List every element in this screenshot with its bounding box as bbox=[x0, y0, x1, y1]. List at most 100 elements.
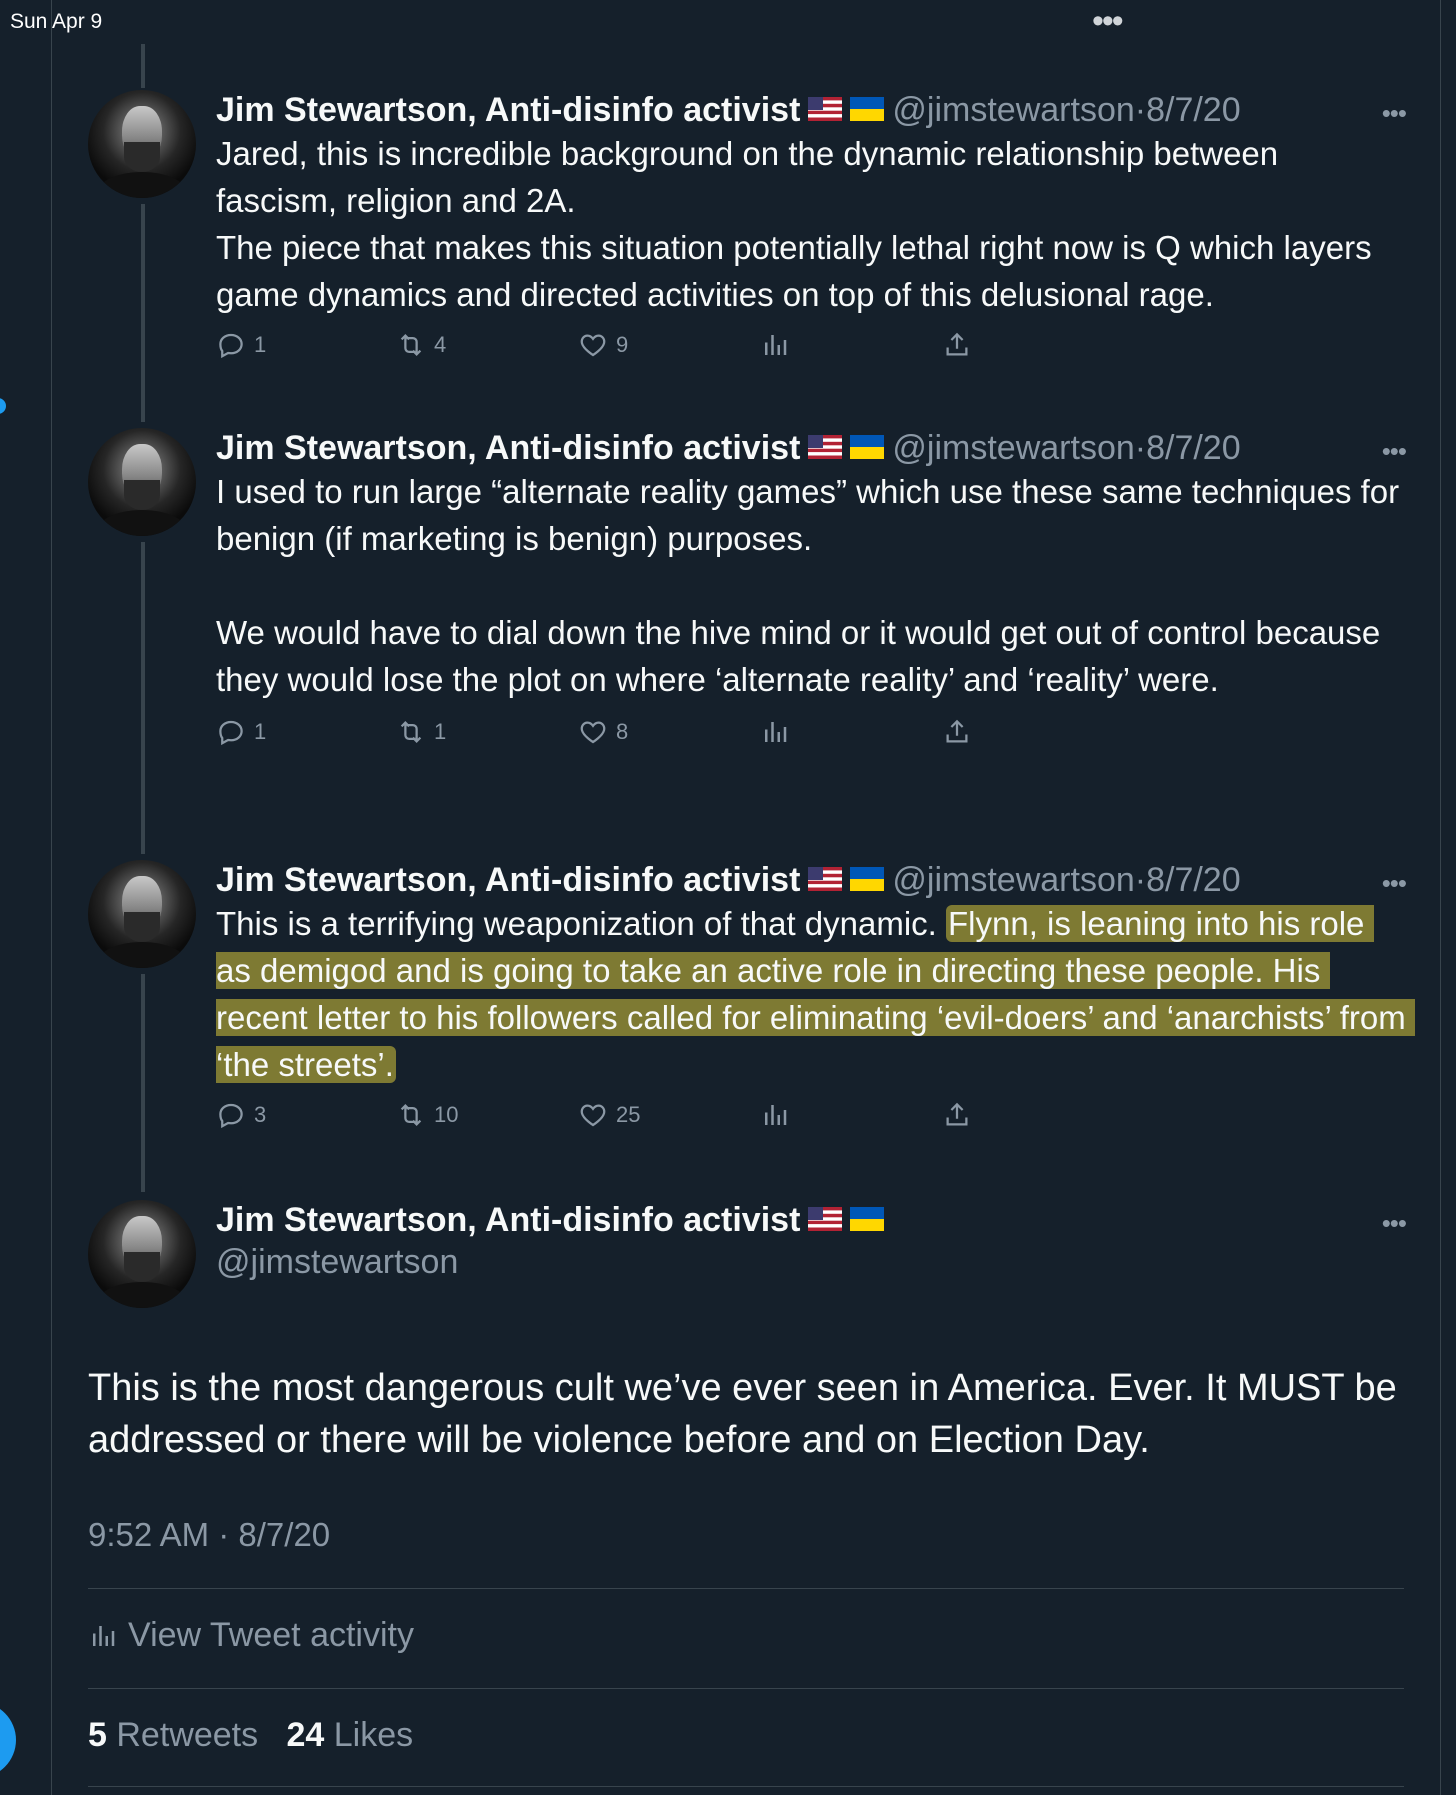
retweet-button[interactable]: 1 bbox=[396, 717, 446, 747]
divider bbox=[88, 1786, 1404, 1787]
share-icon bbox=[946, 332, 968, 356]
multitasking-dots-icon[interactable]: ••• bbox=[1092, 2, 1124, 41]
main-tweet-text: This is the most dangerous cult we’ve ev… bbox=[88, 1367, 1397, 1461]
like-count: 24 bbox=[286, 1716, 325, 1754]
more-icon[interactable]: ••• bbox=[1382, 868, 1407, 899]
separator: · bbox=[1134, 861, 1147, 899]
like-button[interactable]: 8 bbox=[578, 717, 628, 747]
retweet-count: 10 bbox=[434, 1102, 459, 1127]
separator: · bbox=[1134, 429, 1147, 467]
author-handle[interactable]: @jimstewartson bbox=[216, 1242, 1406, 1282]
tweet-header: Jim Stewartson, Anti-disinfo activist @ji… bbox=[216, 860, 1406, 900]
like-count: 25 bbox=[616, 1102, 641, 1127]
share-button[interactable] bbox=[942, 1100, 980, 1130]
reply-icon bbox=[219, 1103, 243, 1129]
analytics-icon bbox=[93, 1625, 115, 1646]
analytics-icon bbox=[765, 1105, 787, 1125]
retweet-icon bbox=[400, 721, 422, 743]
tweet-text: This is a terrifying weaponization of th… bbox=[216, 900, 1415, 1088]
avatar[interactable] bbox=[88, 90, 196, 198]
us-flag-icon bbox=[808, 435, 843, 460]
analytics-icon bbox=[765, 335, 787, 355]
retweet-button[interactable]: 10 bbox=[396, 1100, 458, 1130]
tweet-actions: 3 10 25 bbox=[216, 1100, 1406, 1140]
tweet-header: Jim Stewartson, Anti-disinfo activist @ji… bbox=[216, 90, 1406, 130]
ukraine-flag-icon bbox=[850, 435, 885, 460]
thread-connector bbox=[141, 542, 145, 854]
reply-count: 3 bbox=[254, 1102, 267, 1127]
share-button[interactable] bbox=[942, 717, 980, 747]
thread-connector bbox=[141, 974, 145, 1192]
share-button[interactable] bbox=[942, 330, 980, 360]
main-author-line: Jim Stewartson, Anti-disinfo activist bbox=[216, 1200, 1406, 1240]
author-name[interactable]: Jim Stewartson, Anti-disinfo activist bbox=[216, 91, 800, 129]
views-button[interactable] bbox=[760, 330, 798, 360]
like-button[interactable]: 25 bbox=[578, 1100, 640, 1130]
notification-dot bbox=[0, 398, 6, 414]
left-column-border bbox=[51, 0, 52, 1795]
author-handle[interactable]: @jimstewartson bbox=[892, 91, 1134, 129]
more-icon[interactable]: ••• bbox=[1382, 98, 1407, 129]
tweet-timestamp[interactable]: 9:52 AM · 8/7/20 bbox=[88, 1516, 330, 1554]
reply-count: 1 bbox=[254, 719, 267, 744]
heart-icon bbox=[580, 721, 606, 744]
ukraine-flag-icon bbox=[850, 97, 885, 122]
view-tweet-activity-link[interactable]: View Tweet activity bbox=[88, 1616, 414, 1655]
likes-stat[interactable]: 24 Likes bbox=[286, 1716, 413, 1754]
analytics-icon bbox=[765, 722, 787, 742]
thread-connector bbox=[141, 204, 145, 422]
avatar[interactable] bbox=[88, 428, 196, 536]
ukraine-flag-icon bbox=[850, 1207, 885, 1232]
tweet-header: Jim Stewartson, Anti-disinfo activist @ji… bbox=[216, 428, 1406, 468]
author-handle[interactable]: @jimstewartson bbox=[892, 861, 1134, 899]
reply-icon bbox=[219, 720, 243, 746]
tweet-date[interactable]: 8/7/20 bbox=[1146, 91, 1241, 129]
reply-button[interactable]: 1 bbox=[216, 330, 266, 360]
share-icon bbox=[946, 719, 968, 743]
retweet-icon bbox=[400, 1104, 422, 1126]
status-time: Sun Apr 9 bbox=[10, 10, 103, 33]
share-icon bbox=[946, 1102, 968, 1126]
author-handle[interactable]: @jimstewartson bbox=[892, 429, 1134, 467]
thread-connector bbox=[141, 44, 145, 88]
view-activity-label: View Tweet activity bbox=[128, 1616, 414, 1654]
author-name[interactable]: Jim Stewartson, Anti-disinfo activist bbox=[216, 861, 800, 899]
reply-button[interactable]: 1 bbox=[216, 717, 266, 747]
views-button[interactable] bbox=[760, 1100, 798, 1130]
retweet-count: 1 bbox=[434, 719, 447, 744]
likes-label: Likes bbox=[333, 1716, 414, 1754]
more-icon[interactable]: ••• bbox=[1382, 1208, 1407, 1239]
avatar[interactable] bbox=[88, 860, 196, 968]
status-bar: Sun Apr 9 ••• bbox=[0, 0, 1456, 44]
views-button[interactable] bbox=[760, 717, 798, 747]
like-count: 8 bbox=[616, 719, 629, 744]
reply-icon bbox=[219, 333, 243, 359]
retweet-count: 4 bbox=[434, 332, 447, 357]
compose-button[interactable] bbox=[0, 1702, 16, 1778]
retweets-label: Retweets bbox=[116, 1716, 259, 1754]
retweet-icon bbox=[400, 334, 422, 356]
tweet-actions: 1 4 9 bbox=[216, 330, 1406, 370]
retweet-count: 5 bbox=[88, 1716, 107, 1754]
separator: · bbox=[1134, 91, 1147, 129]
reply-button[interactable]: 3 bbox=[216, 1100, 266, 1130]
heart-icon bbox=[580, 334, 606, 357]
tweet-text: Jared, this is incredible background on … bbox=[216, 135, 1372, 313]
author-name[interactable]: Jim Stewartson, Anti-disinfo activist bbox=[216, 1201, 800, 1239]
engagement-counts: 5 Retweets 24 Likes bbox=[88, 1716, 413, 1755]
tweet-date[interactable]: 8/7/20 bbox=[1146, 429, 1241, 467]
retweets-stat[interactable]: 5 Retweets bbox=[88, 1716, 258, 1754]
heart-icon bbox=[580, 1104, 606, 1127]
avatar[interactable] bbox=[88, 1200, 196, 1308]
us-flag-icon bbox=[808, 97, 843, 122]
reply-count: 1 bbox=[254, 332, 267, 357]
ukraine-flag-icon bbox=[850, 867, 885, 892]
divider bbox=[88, 1588, 1404, 1589]
more-icon[interactable]: ••• bbox=[1382, 436, 1407, 467]
divider bbox=[88, 1688, 1404, 1689]
author-name[interactable]: Jim Stewartson, Anti-disinfo activist bbox=[216, 429, 800, 467]
tweet-date[interactable]: 8/7/20 bbox=[1146, 861, 1241, 899]
like-button[interactable]: 9 bbox=[578, 330, 628, 360]
us-flag-icon bbox=[808, 867, 843, 892]
retweet-button[interactable]: 4 bbox=[396, 330, 446, 360]
